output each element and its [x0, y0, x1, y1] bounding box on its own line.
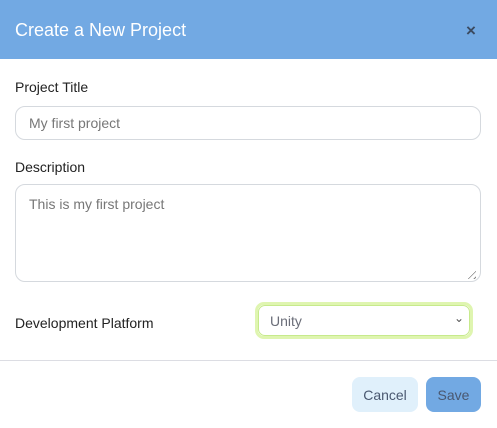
project-title-input[interactable]: My first project — [15, 106, 481, 140]
cancel-button[interactable]: Cancel — [352, 377, 418, 412]
platform-label: Development Platform — [15, 315, 154, 331]
description-textarea[interactable]: This is my first project — [15, 184, 481, 282]
close-icon[interactable]: × — [466, 21, 476, 41]
footer-divider — [0, 360, 497, 361]
dialog-title: Create a New Project — [15, 20, 187, 40]
platform-select[interactable]: Unity ⌄ — [255, 302, 473, 339]
description-label: Description — [15, 159, 86, 175]
project-title-label: Project Title — [15, 79, 89, 95]
platform-select-value: Unity — [270, 313, 302, 329]
save-button[interactable]: Save — [426, 377, 481, 412]
dialog-header: Create a New Project × — [0, 0, 497, 59]
chevron-down-icon: ⌄ — [453, 311, 464, 325]
